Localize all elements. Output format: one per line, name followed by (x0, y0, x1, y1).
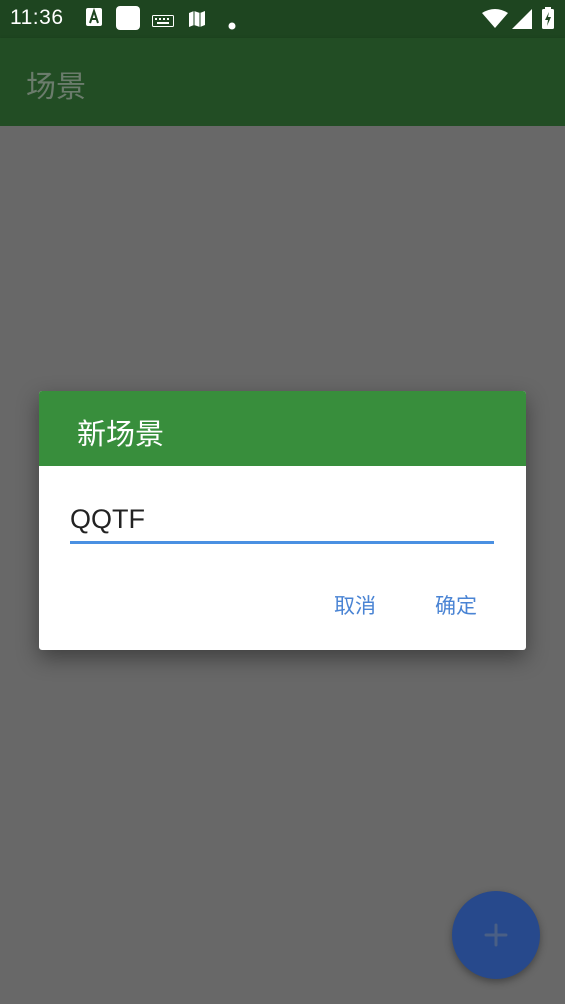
plus-icon (452, 891, 540, 979)
dialog-header: 新场景 (39, 391, 526, 466)
new-scene-dialog: 新场景 取消 确定 (39, 391, 526, 650)
map-icon (188, 10, 206, 32)
status-bar: 11:36 (0, 0, 565, 38)
keyboard-icon (152, 12, 174, 31)
add-scene-fab[interactable] (452, 891, 540, 979)
dialog-title: 新场景 (77, 417, 165, 451)
scene-name-input[interactable] (70, 497, 494, 544)
confirm-button[interactable]: 确定 (429, 587, 483, 623)
battery-charging-icon (542, 7, 554, 33)
wifi-icon (482, 9, 508, 33)
page-title: 场景 (26, 70, 86, 105)
status-time: 11:36 (10, 6, 64, 29)
app-bar: 场景 (0, 38, 565, 126)
white-square-icon (116, 6, 140, 34)
cancel-button[interactable]: 取消 (328, 587, 382, 623)
font-a-icon (86, 7, 102, 30)
dot-icon (228, 15, 236, 34)
signal-icon (512, 9, 532, 33)
